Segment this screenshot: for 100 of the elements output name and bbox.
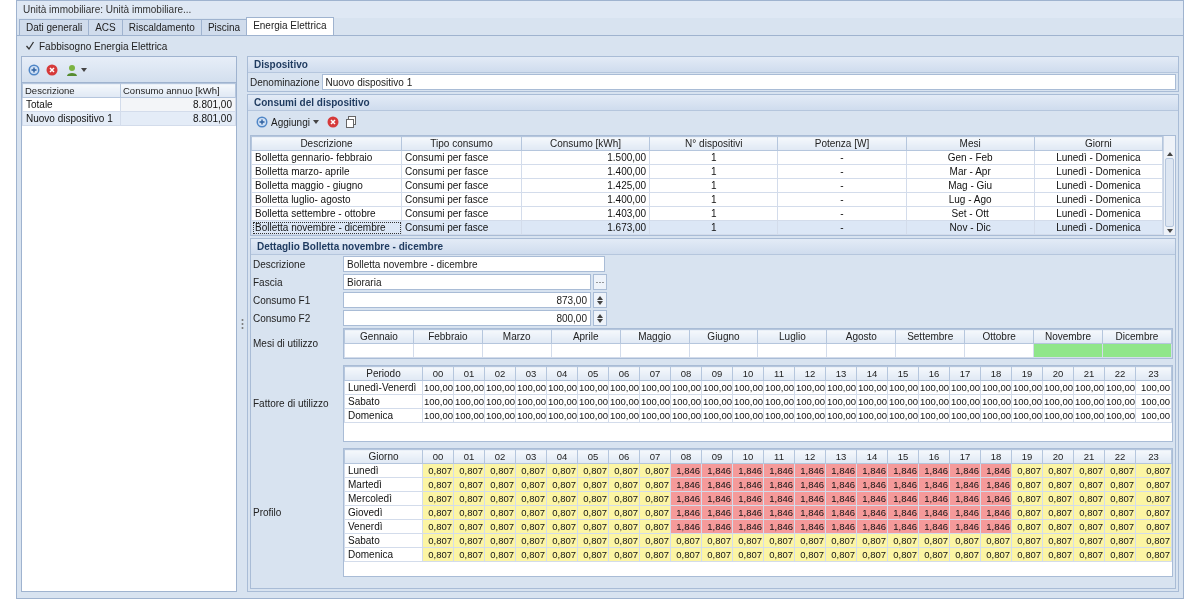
delete-icon[interactable] <box>46 63 58 76</box>
column-header[interactable]: Descrizione <box>251 136 402 151</box>
group-title: Dispositivo <box>248 57 1178 73</box>
column-header[interactable]: Consumo annuo [kWh] <box>120 83 236 98</box>
caret-down-icon <box>1166 229 1173 233</box>
column-header: 17 <box>949 366 981 381</box>
column-header: 11 <box>763 449 795 464</box>
tab[interactable]: Riscaldamento <box>121 19 202 35</box>
add-button[interactable]: Aggiungi <box>254 115 321 129</box>
column-header: 07 <box>639 366 671 381</box>
column-header: 21 <box>1073 449 1105 464</box>
checkbox-label: Fabbisogno Energia Elettrica <box>39 40 168 52</box>
column-header[interactable]: Consumo [kWh] <box>521 136 650 151</box>
column-header: 14 <box>856 449 888 464</box>
field-label: Profilo <box>253 507 283 518</box>
column-header: Novembre <box>1033 329 1103 344</box>
column-header: 20 <box>1042 449 1074 464</box>
column-header: 01 <box>453 366 485 381</box>
field-label: Fascia <box>253 276 284 288</box>
column-header[interactable]: Potenza [W] <box>777 136 907 151</box>
column-header: 22 <box>1104 366 1136 381</box>
tab[interactable]: ACS <box>88 19 123 35</box>
field-label: Denominazione <box>250 76 320 88</box>
column-header: Agosto <box>826 329 896 344</box>
column-header[interactable]: N° dispositivi <box>649 136 778 151</box>
browse-button[interactable]: ··· <box>593 274 607 290</box>
caret-down-icon <box>81 67 87 72</box>
tab[interactable]: Piscina <box>200 19 248 35</box>
column-header: 15 <box>887 366 919 381</box>
column-header: 14 <box>856 366 888 381</box>
column-header: Febbraio <box>413 329 483 344</box>
column-header: 10 <box>732 366 764 381</box>
column-header: 11 <box>763 366 795 381</box>
column-header[interactable]: Tipo consumo <box>401 136 522 151</box>
column-header: 08 <box>670 366 702 381</box>
column-header[interactable]: Descrizione <box>22 83 121 98</box>
column-header: 07 <box>639 449 671 464</box>
column-header: 03 <box>515 366 547 381</box>
caret-down-icon <box>597 318 603 323</box>
checkbox[interactable] <box>25 41 35 51</box>
column-header: 18 <box>980 449 1012 464</box>
column-header: 09 <box>701 449 733 464</box>
column-header: Giugno <box>689 329 758 344</box>
column-header: 19 <box>1011 366 1043 381</box>
add-icon[interactable] <box>28 63 40 76</box>
input-field[interactable]: Bolletta novembre - dicembre <box>343 256 605 272</box>
input-field[interactable]: Bioraria <box>343 274 591 290</box>
copy-icon[interactable] <box>344 116 357 128</box>
column-header: Periodo <box>344 366 423 381</box>
column-header: 17 <box>949 449 981 464</box>
column-header: 13 <box>825 366 857 381</box>
column-header: Settembre <box>895 329 965 344</box>
column-header: 02 <box>484 366 516 381</box>
column-header: 15 <box>887 449 919 464</box>
delete-icon[interactable] <box>326 116 339 128</box>
column-header: 18 <box>980 366 1012 381</box>
column-header: 23 <box>1135 449 1172 464</box>
column-header: 06 <box>608 366 640 381</box>
column-header: 06 <box>608 449 640 464</box>
input-field[interactable]: Nuovo dispositivo 1 <box>321 74 1176 90</box>
column-header: 02 <box>484 449 516 464</box>
column-header: Maggio <box>620 329 690 344</box>
input-field[interactable]: 873,00 <box>343 292 591 308</box>
person-icon <box>66 63 78 76</box>
field-label: Consumo F2 <box>253 312 312 324</box>
column-header: 10 <box>732 449 764 464</box>
column-header: Giorno <box>344 449 423 464</box>
column-header: 13 <box>825 449 857 464</box>
column-header[interactable]: Mesi <box>906 136 1035 151</box>
column-header: Luglio <box>757 329 827 344</box>
scrollbar[interactable] <box>1163 136 1175 235</box>
group-title: Dettaglio Bolletta novembre - dicembre <box>251 239 1175 255</box>
spin-button[interactable] <box>593 292 607 308</box>
tab[interactable]: Energia Elettrica <box>246 17 334 35</box>
group-title: Consumi del dispositivo <box>248 95 1178 111</box>
import-button[interactable] <box>64 62 89 77</box>
column-header: 12 <box>794 449 826 464</box>
column-header: 00 <box>422 366 454 381</box>
field-label: Fattore di utilizzo <box>253 398 330 409</box>
caret-up-icon <box>1166 152 1173 156</box>
column-header: Marzo <box>482 329 552 344</box>
column-header: 20 <box>1042 366 1074 381</box>
column-header: 16 <box>918 366 950 381</box>
column-header: Gennaio <box>344 329 414 344</box>
tab[interactable]: Dati generali <box>19 19 90 35</box>
field-label: Consumo F1 <box>253 294 312 306</box>
column-header: 09 <box>701 366 733 381</box>
input-field[interactable]: 800,00 <box>343 310 591 326</box>
column-header: 12 <box>794 366 826 381</box>
field-label: Descrizione <box>253 258 307 270</box>
column-header: Dicembre <box>1102 329 1172 344</box>
caret-up-icon <box>597 313 603 318</box>
column-header: 16 <box>918 449 950 464</box>
window-title: Unità immobiliare: Unità immobiliare... <box>17 1 1183 18</box>
add-icon <box>256 116 268 128</box>
spin-button[interactable] <box>593 310 607 326</box>
column-header[interactable]: Giorni <box>1034 136 1163 151</box>
column-header: Aprile <box>551 329 621 344</box>
column-header: 21 <box>1073 366 1105 381</box>
column-header: 00 <box>422 449 454 464</box>
